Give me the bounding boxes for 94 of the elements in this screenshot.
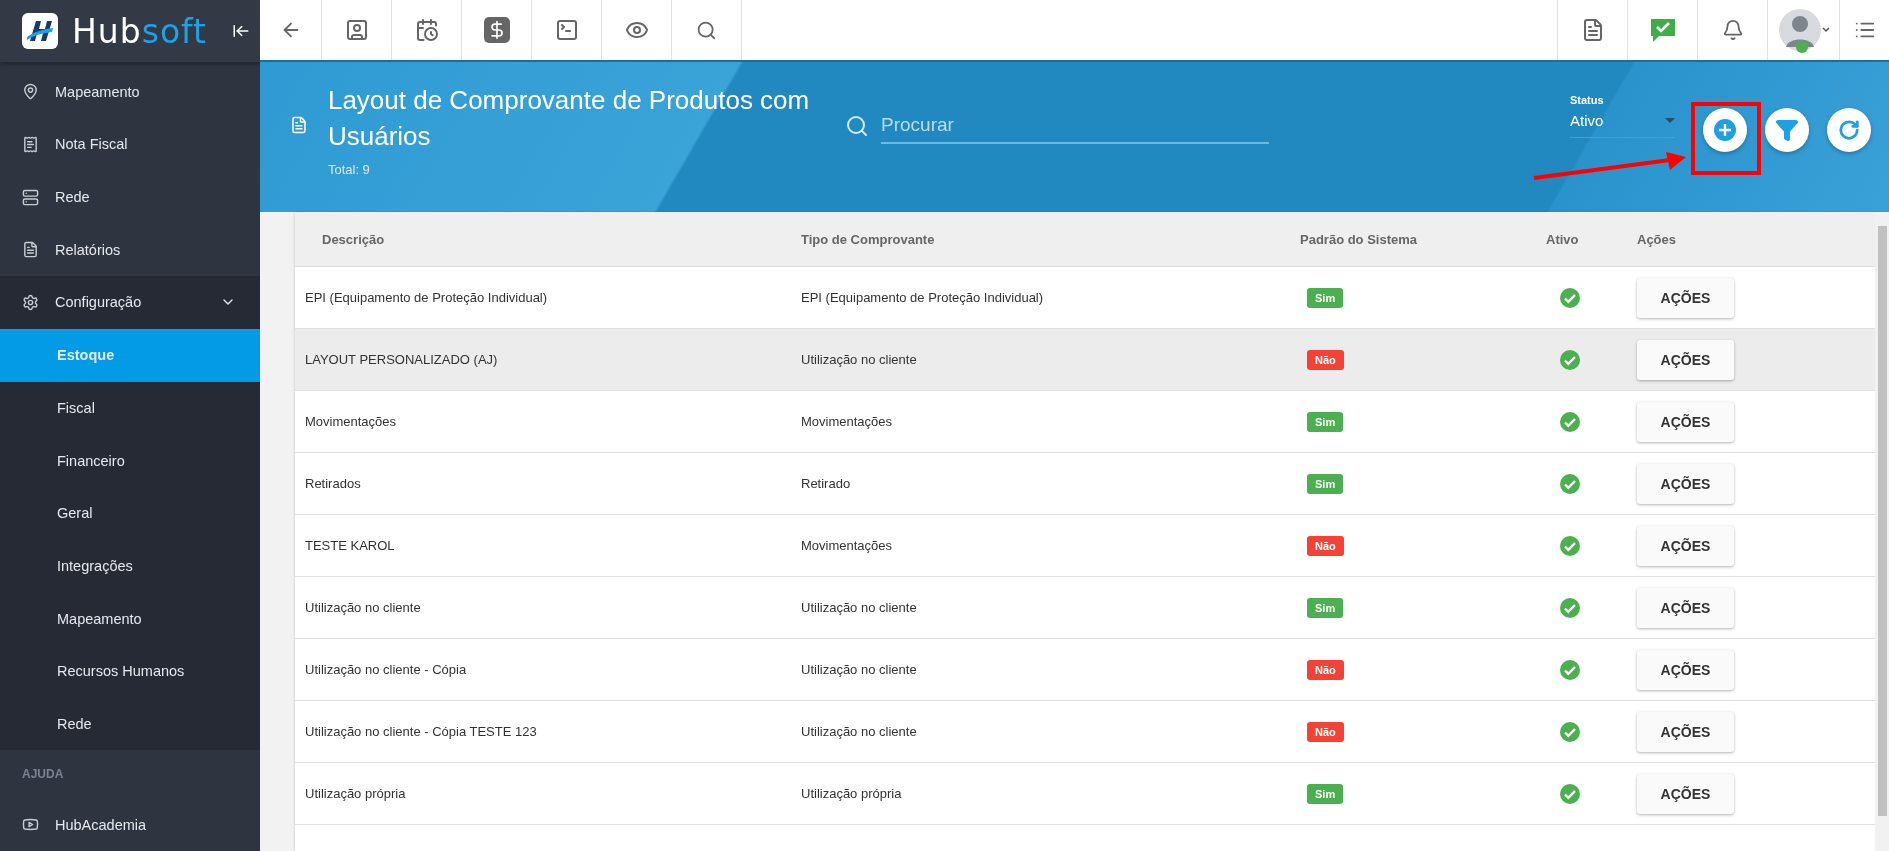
status-tag: Sim (1307, 411, 1344, 432)
status-label: Status (1570, 94, 1605, 106)
actions-button[interactable]: AÇÕES (1637, 773, 1734, 814)
page-title: Layout de Comprovante de Produtos com Usuários (327, 84, 810, 153)
table-cell-text: Movimentações (801, 538, 894, 553)
add-button[interactable] (1703, 108, 1747, 152)
submenu-item[interactable]: Mapeamento (0, 592, 260, 645)
status-tag: Sim (1307, 783, 1344, 804)
actions-button[interactable]: AÇÕES (1637, 525, 1734, 566)
status-tag: Não (1307, 349, 1344, 370)
status-tag: Não (1307, 721, 1344, 742)
table-row[interactable]: Utilização própria Utilização própria Sim AÇÕES (295, 763, 1875, 825)
table-cell-text: TESTE KAROL (305, 538, 396, 553)
sidebar-item[interactable]: Mapeamento (0, 65, 260, 119)
plus-circle-icon (1713, 118, 1737, 142)
sidebar-item[interactable]: HubAcademia (0, 798, 260, 851)
actions-button[interactable]: AÇÕES (1637, 277, 1734, 318)
column-header: Ações (1637, 231, 1678, 247)
submenu-item[interactable]: Recursos Humanos (0, 644, 260, 698)
table-cell-text: Utilização no cliente (801, 352, 918, 367)
actions-button[interactable]: AÇÕES (1637, 649, 1734, 690)
status-tag: Não (1307, 659, 1344, 680)
collapse-menu-icon[interactable] (232, 22, 250, 40)
table-row[interactable]: Retirados Retirado Sim AÇÕES (295, 453, 1875, 515)
sidebar-item[interactable]: Rede (0, 170, 260, 224)
table-cell-text: Movimentações (801, 414, 894, 429)
status-select[interactable]: Ativo (1570, 112, 1675, 138)
filter-button[interactable] (1765, 108, 1809, 152)
logo-icon (22, 13, 58, 49)
table-row[interactable]: LAYOUT PERSONALIZADO (AJ) Utilização no cliente Não AÇÕES (295, 329, 1875, 391)
table-cell-text: LAYOUT PERSONALIZADO (AJ) (305, 352, 499, 367)
search-icon (845, 114, 869, 138)
table-cell-text: EPI (Equipamento de Proteção Individual) (305, 290, 549, 305)
section-heading: AJUDA (21, 766, 65, 784)
filter-icon (1775, 118, 1799, 142)
status-tag: Não (1307, 535, 1344, 556)
avatar-icon[interactable] (1777, 7, 1830, 53)
table-cell-text: Retirados (305, 476, 362, 491)
gear-icon (22, 293, 39, 311)
brand-name: Hubsoft (72, 11, 208, 51)
scrollbar-thumb[interactable] (1878, 226, 1887, 816)
status-tag: Sim (1307, 287, 1344, 308)
dollar-icon[interactable] (483, 17, 510, 43)
terminal-icon[interactable] (554, 18, 579, 42)
bell-icon[interactable] (1721, 19, 1744, 41)
column-header: Ativo (1546, 231, 1580, 247)
table-cell-text: Utilização no cliente (801, 600, 918, 615)
table-row[interactable]: Utilização no cliente Utilização no cliente Sim AÇÕES (295, 577, 1875, 639)
receipt-icon (22, 135, 39, 153)
document-icon (22, 241, 39, 259)
table-cell-text: Movimentações (305, 414, 398, 429)
server-icon (22, 188, 39, 206)
submenu-item[interactable]: Financeiro (0, 434, 260, 487)
table-row[interactable]: TESTE KAROL Movimentações Não AÇÕES (295, 515, 1875, 577)
total-count: Total: 9 (327, 162, 371, 177)
column-header: Padrão do Sistema (1300, 231, 1419, 247)
actions-button[interactable]: AÇÕES (1637, 339, 1734, 380)
status-tag: Sim (1307, 597, 1344, 618)
document-icon (290, 114, 308, 136)
table-cell-text: Utilização no cliente (801, 662, 918, 677)
sidebar-item[interactable]: Configuração (0, 276, 260, 329)
actions-button[interactable]: AÇÕES (1637, 463, 1734, 504)
status-tag: Sim (1307, 473, 1344, 494)
search-field[interactable]: Procurar (881, 108, 1269, 144)
map-pin-icon (22, 83, 39, 101)
table-cell-text: Utilização no cliente (801, 724, 918, 739)
table-row[interactable]: EPI (Equipamento de Proteção Individual) EPI (Equipamento de Proteção Individual) Sim AÇÕES (295, 267, 1875, 329)
calendar-clock-icon[interactable] (414, 18, 439, 42)
table-cell-text: Utilização própria (305, 786, 407, 801)
submenu-item[interactable]: Geral (0, 486, 260, 540)
submenu-item[interactable]: Fiscal (0, 381, 260, 435)
refresh-icon (1838, 119, 1860, 141)
table-cell-text: Retirado (801, 476, 852, 491)
table-cell-text: Utilização própria (801, 786, 903, 801)
actions-button[interactable]: AÇÕES (1637, 401, 1734, 442)
actions-button[interactable]: AÇÕES (1637, 711, 1734, 752)
refresh-button[interactable] (1827, 108, 1871, 152)
chat-check-icon[interactable] (1648, 16, 1677, 44)
table-cell-text: EPI (Equipamento de Proteção Individual) (801, 290, 1045, 305)
table-cell-text: Utilização no cliente - Cópia (305, 662, 468, 677)
sidebar-item[interactable]: Nota Fiscal (0, 118, 260, 171)
table-row[interactable]: Utilização no cliente - Cópia TESTE 123 Utilização no cliente Não AÇÕES (295, 701, 1875, 763)
table-cell-text: Utilização no cliente - Cópia TESTE 123 (305, 724, 538, 739)
submenu-item[interactable]: Integrações (0, 539, 260, 593)
submenu-item[interactable]: Rede (0, 697, 260, 751)
sidebar-item[interactable]: Relatórios (0, 223, 260, 277)
column-header: Descrição (321, 231, 386, 247)
table-cell-text: Utilização no cliente (305, 600, 422, 615)
table-row[interactable]: Utilização no cliente - Cópia Utilização no cliente Não AÇÕES (295, 639, 1875, 701)
column-header: Tipo de Comprovante (801, 231, 936, 247)
contact-card-icon[interactable] (344, 18, 369, 42)
actions-button[interactable]: AÇÕES (1637, 587, 1734, 628)
table-row[interactable]: Movimentações Movimentações Sim AÇÕES (295, 391, 1875, 453)
search-icon[interactable] (696, 19, 717, 41)
